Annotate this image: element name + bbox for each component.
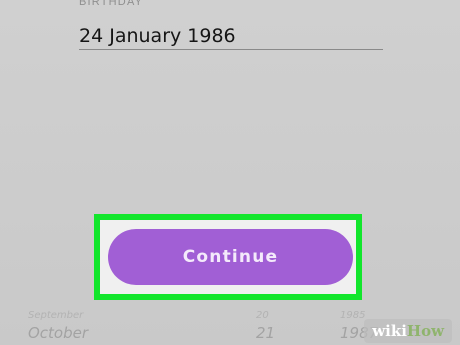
birthday-field-label: BIRTHDAY bbox=[79, 0, 144, 8]
picker-month-prev[interactable]: September bbox=[28, 310, 83, 321]
picker-month[interactable]: October bbox=[28, 324, 88, 342]
watermark-how: How bbox=[406, 322, 444, 340]
picker-day-prev[interactable]: 20 bbox=[256, 310, 269, 321]
picker-day[interactable]: 21 bbox=[256, 324, 275, 342]
birthday-field-underline bbox=[79, 49, 383, 50]
picker-year-prev[interactable]: 1985 bbox=[340, 310, 365, 321]
signup-birthday-screen: BIRTHDAY 24 January 1986 Continue Septem… bbox=[0, 0, 460, 345]
birthday-field[interactable]: 24 January 1986 bbox=[79, 25, 236, 47]
continue-button[interactable]: Continue bbox=[108, 229, 353, 285]
wikihow-watermark: wiki How bbox=[364, 319, 452, 343]
watermark-wiki: wiki bbox=[372, 322, 407, 340]
